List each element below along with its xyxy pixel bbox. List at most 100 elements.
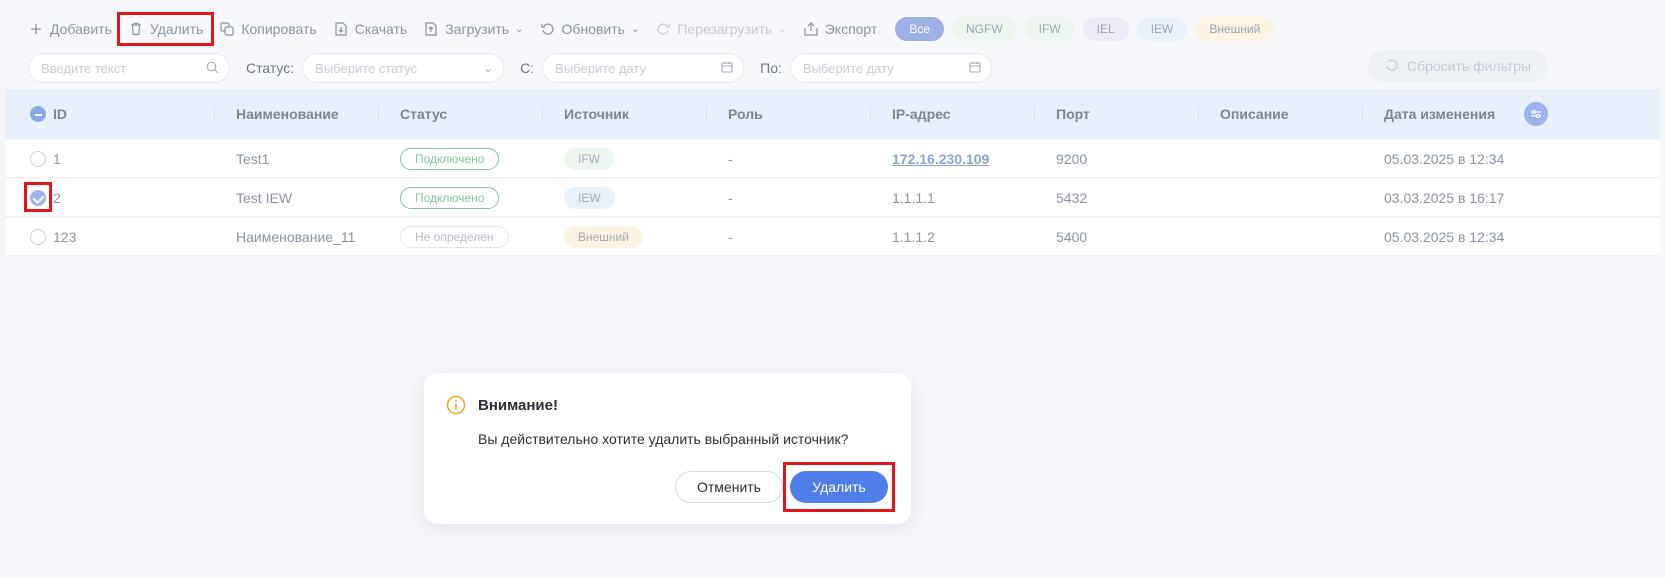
column-settings-button[interactable] xyxy=(1524,102,1548,126)
download-button[interactable]: Скачать xyxy=(325,15,416,43)
dialog-message: Вы действительно хотите удалить выбранны… xyxy=(478,431,849,447)
sliders-icon xyxy=(1531,109,1541,119)
cell-date: 05.03.2025 в 12:34 xyxy=(1384,150,1505,167)
source-filter-chips: Все NGFW IFW IEL IEW Внешний xyxy=(895,17,1275,41)
row-checkbox[interactable] xyxy=(30,229,46,245)
source-badge: IEW xyxy=(564,186,615,209)
chevron-down-icon: ⌄ xyxy=(630,23,640,35)
reset-icon xyxy=(1385,58,1399,75)
chip-all[interactable]: Все xyxy=(895,17,945,41)
restart-icon xyxy=(655,21,671,37)
col-header-description[interactable]: Описание xyxy=(1220,89,1289,139)
export-label: Экспорт xyxy=(824,21,878,37)
column-divider xyxy=(378,106,379,122)
confirm-delete-button[interactable]: Удалить xyxy=(790,471,888,503)
from-date-placeholder: Выберите дату xyxy=(555,60,646,76)
from-date-input[interactable]: Выберите дату xyxy=(542,53,745,83)
to-date-input[interactable]: Выберите дату xyxy=(789,53,992,83)
cell-ip: 1.1.1.1 xyxy=(892,189,935,206)
col-header-role[interactable]: Роль xyxy=(728,89,763,139)
column-divider xyxy=(1362,106,1363,122)
calendar-icon xyxy=(969,61,981,76)
checkbox-highlight xyxy=(24,182,52,212)
chevron-down-icon: ⌄ xyxy=(483,61,494,75)
col-header-ip[interactable]: IP-адрес xyxy=(892,89,951,139)
column-divider xyxy=(870,106,871,122)
col-header-name[interactable]: Наименование xyxy=(236,89,339,139)
warning-info-icon xyxy=(446,395,466,420)
column-divider xyxy=(1198,106,1199,122)
chevron-down-icon: ⌄ xyxy=(778,23,787,35)
ip-link[interactable]: 172.16.230.109 xyxy=(892,151,989,167)
table-row[interactable]: 123 Наименование_11 Не определен Внешний… xyxy=(5,218,1660,256)
select-all-checkbox[interactable] xyxy=(30,106,46,122)
export-icon xyxy=(803,21,819,37)
cell-role: - xyxy=(728,150,733,167)
export-button[interactable]: Экспорт xyxy=(795,15,886,43)
chip-ngfw[interactable]: NGFW xyxy=(952,17,1017,41)
reset-filters-label: Сбросить фильтры xyxy=(1406,58,1532,74)
cell-name: Наименование_11 xyxy=(236,228,356,245)
calendar-icon xyxy=(721,61,733,76)
chip-external[interactable]: Внешний xyxy=(1195,17,1275,41)
delete-label: Удалить xyxy=(149,21,204,37)
col-header-id[interactable]: ID xyxy=(53,89,67,139)
cell-port: 5432 xyxy=(1056,189,1088,206)
upload-icon xyxy=(423,21,439,37)
col-header-source[interactable]: Источник xyxy=(564,89,629,139)
plus-icon xyxy=(28,21,44,37)
chip-iel[interactable]: IEL xyxy=(1082,17,1129,41)
toolbar: Добавить Удалить Копировать Скачать Загр… xyxy=(20,12,1275,46)
status-badge: Подключено xyxy=(400,186,500,209)
to-date-placeholder: Выберите дату xyxy=(802,60,894,76)
cell-port: 5400 xyxy=(1056,228,1088,245)
table-header: ID Наименование Статус Источник Роль IP-… xyxy=(5,89,1660,139)
table-row[interactable]: 1 Test1 Подключено IFW - 172.16.230.109 … xyxy=(5,140,1660,178)
cell-role: - xyxy=(728,189,733,206)
chip-iew[interactable]: IEW xyxy=(1136,17,1188,41)
restart-label: Перезагрузить xyxy=(677,21,773,37)
add-label: Добавить xyxy=(50,21,112,37)
table-row[interactable]: 2 Test IEW Подключено IEW - 1.1.1.1 5432… xyxy=(5,179,1660,217)
reset-filters-button[interactable]: Сбросить фильтры xyxy=(1368,50,1548,82)
cell-id: 2 xyxy=(53,189,61,206)
column-divider xyxy=(214,106,215,122)
status-select[interactable]: Выберите статус ⌄ xyxy=(302,53,505,83)
source-badge: IFW xyxy=(564,147,614,170)
copy-icon xyxy=(219,21,235,37)
source-badge: Внешний xyxy=(564,225,643,248)
upload-button[interactable]: Загрузить ⌄ xyxy=(415,15,531,43)
trash-icon xyxy=(128,21,144,37)
refresh-button[interactable]: Обновить ⌄ xyxy=(532,15,648,43)
search-icon xyxy=(206,61,219,77)
status-placeholder: Выберите статус xyxy=(315,60,418,76)
column-divider xyxy=(1034,106,1035,122)
row-checkbox[interactable] xyxy=(30,151,46,167)
cancel-button[interactable]: Отменить xyxy=(675,471,783,503)
dialog-title: Внимание! xyxy=(478,397,558,414)
add-button[interactable]: Добавить xyxy=(20,15,120,43)
to-date-label: По: xyxy=(760,60,782,76)
cell-ip: 1.1.1.2 xyxy=(892,228,935,245)
download-icon xyxy=(333,21,349,37)
col-header-status[interactable]: Статус xyxy=(400,89,447,139)
search-input[interactable]: Введите текст xyxy=(28,53,230,83)
cell-name: Test IEW xyxy=(236,189,293,206)
copy-button[interactable]: Копировать xyxy=(211,15,324,43)
status-label: Статус: xyxy=(246,60,295,76)
cell-date: 03.03.2025 в 16:17 xyxy=(1384,189,1505,206)
copy-label: Копировать xyxy=(241,21,317,37)
upload-label: Загрузить xyxy=(445,21,510,37)
delete-button[interactable]: Удалить xyxy=(116,12,215,46)
restart-button[interactable]: Перезагрузить ⌄ xyxy=(647,15,794,43)
cell-date: 05.03.2025 в 12:34 xyxy=(1384,228,1505,245)
cell-port: 9200 xyxy=(1056,150,1088,167)
cell-role: - xyxy=(728,228,733,245)
from-date-label: С: xyxy=(520,60,535,76)
col-header-date[interactable]: Дата изменения xyxy=(1384,89,1495,139)
cell-id: 123 xyxy=(53,228,77,245)
col-header-port[interactable]: Порт xyxy=(1056,89,1090,139)
refresh-label: Обновить xyxy=(561,21,625,37)
refresh-icon xyxy=(540,21,556,37)
chip-ifw[interactable]: IFW xyxy=(1024,17,1075,41)
